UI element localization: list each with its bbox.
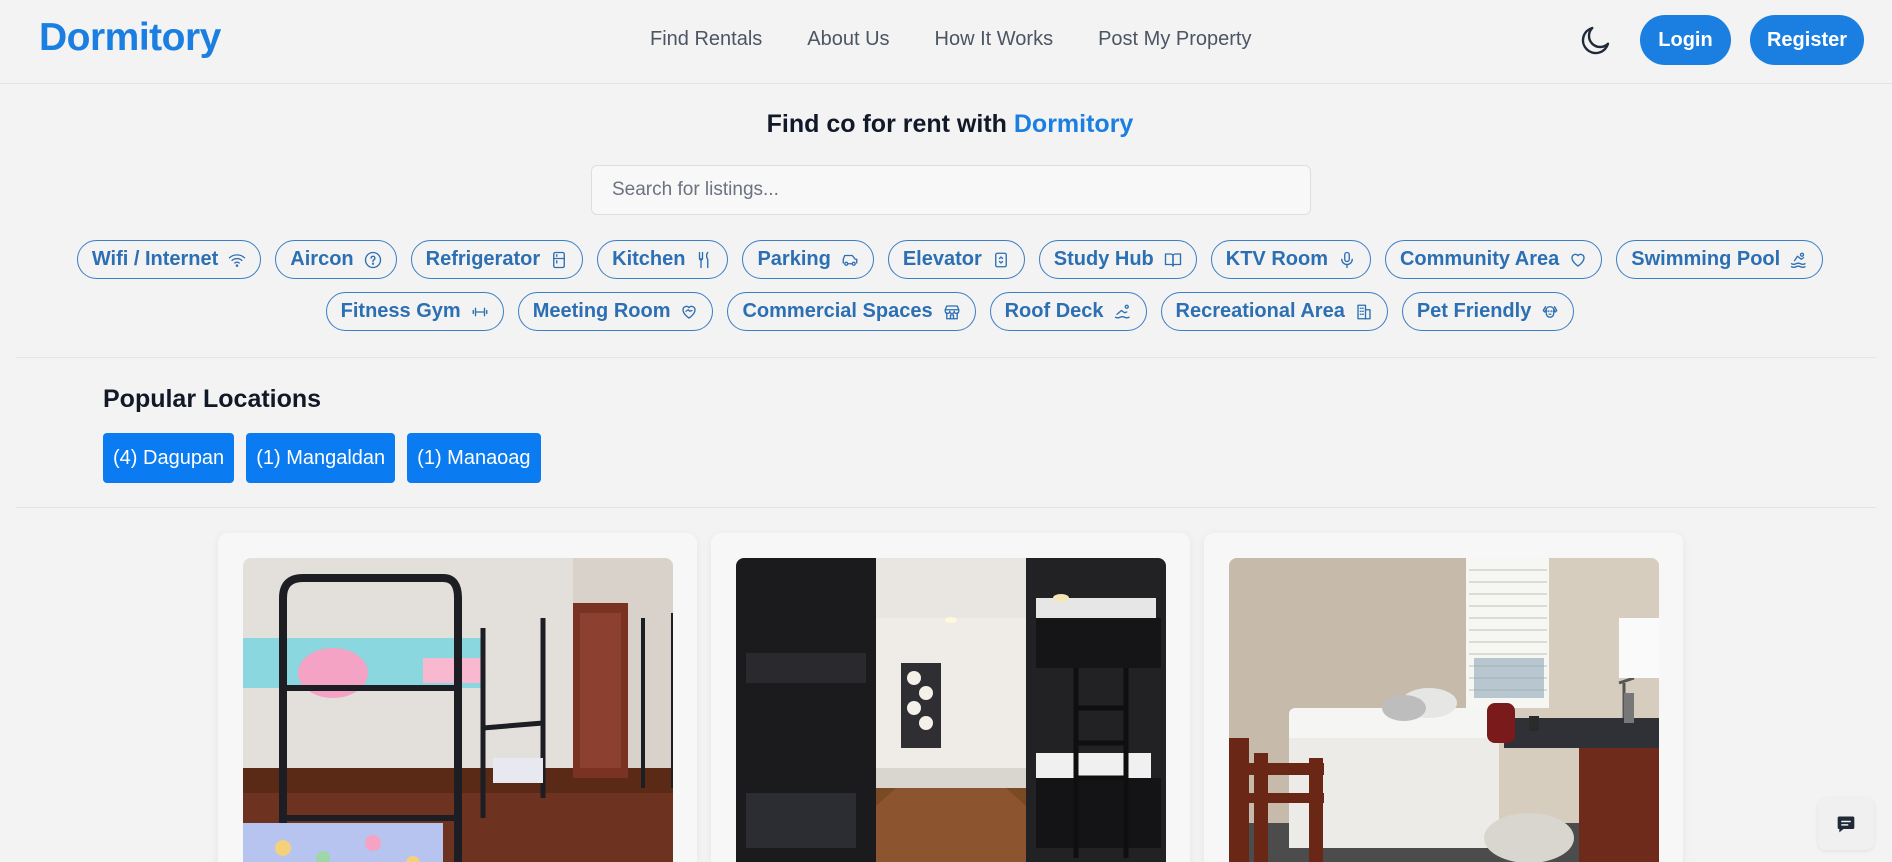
listing-photo[interactable] [243,558,673,862]
amenity-chip-kitchen[interactable]: Kitchen [597,240,729,279]
amenity-label: Aircon [290,248,354,270]
amenity-label: Recreational Area [1175,300,1345,322]
book-icon [1164,252,1181,267]
amenity-chip-recreational-area[interactable]: Recreational Area [1160,292,1388,331]
amenity-chip-swimming-pool[interactable]: Swimming Pool [1616,240,1824,279]
amenity-chip-aircon[interactable]: Aircon [275,240,397,279]
nav-how-it-works[interactable]: How It Works [935,28,1054,51]
main-nav: Find Rentals About Us How It Works Post … [650,28,1251,51]
bunk-bed-room-photo [243,558,673,862]
car-icon [842,254,858,266]
sunbathing-icon [1114,304,1130,318]
listing-card[interactable] [711,533,1190,862]
hero-title-prefix: Find co for rent with [766,110,1014,138]
amenity-chip-study-hub[interactable]: Study Hub [1038,240,1197,279]
amenity-chip-pet-friendly[interactable]: Pet Friendly [1401,292,1575,331]
amenity-filters-row-2: Fitness Gym Meeting Room Commercial Spac… [0,292,1892,331]
amenity-label: Swimming Pool [1631,248,1781,270]
hostel-bunks-photo [736,558,1166,862]
amenity-label: Fitness Gym [340,300,461,322]
store-icon [944,304,960,319]
nav-post-my-property[interactable]: Post My Property [1098,28,1251,51]
amenity-chip-fitness-gym[interactable]: Fitness Gym [325,292,504,331]
amenity-label: Parking [757,248,831,270]
heart-icon [1571,253,1585,267]
amenity-chip-meeting-room[interactable]: Meeting Room [517,292,714,331]
hero-title: Find co for rent with Dormitory [0,110,1892,139]
listing-card[interactable] [1204,533,1683,862]
login-button[interactable]: Login [1640,15,1731,65]
theme-toggle-button[interactable] [1576,20,1616,60]
section-divider [16,507,1876,508]
amenity-label: Community Area [1399,248,1560,270]
search-input[interactable] [591,165,1311,215]
popular-locations-title: Popular Locations [103,385,322,413]
amenity-label: Roof Deck [1004,300,1104,322]
amenity-chip-elevator[interactable]: Elevator [887,240,1025,279]
moon-icon [1581,26,1610,55]
amenity-label: Refrigerator [425,248,541,270]
elevator-icon [994,252,1007,267]
amenity-chip-commercial-spaces[interactable]: Commercial Spaces [727,292,976,331]
location-button-dagupan[interactable]: (4) Dagupan [103,433,235,483]
amenity-label: Meeting Room [532,300,671,322]
amenity-label: KTV Room [1225,248,1328,270]
amenity-chip-wifi[interactable]: Wifi / Internet [76,240,262,279]
single-bedroom-photo [1229,558,1659,862]
site-header: Dormitory Find Rentals About Us How It W… [0,0,1892,84]
amenity-chip-ktv-room[interactable]: KTV Room [1210,240,1371,279]
amenity-label: Commercial Spaces [742,300,933,322]
amenity-label: Pet Friendly [1416,300,1532,322]
section-divider [16,357,1876,358]
listing-photo[interactable] [1229,558,1659,862]
dog-icon [1542,305,1558,318]
amenity-label: Wifi / Internet [91,248,219,270]
amenity-chip-parking[interactable]: Parking [742,240,874,279]
chat-button[interactable] [1818,798,1874,850]
chat-icon [1837,816,1855,833]
popular-locations-list: (4) Dagupan (1) Mangaldan (1) Manaoag [103,433,541,483]
amenity-label: Study Hub [1053,248,1154,270]
amenity-filters-row-1: Wifi / Internet Aircon Refrigerator Kitc… [0,240,1892,279]
building-icon [1357,304,1371,319]
site-logo[interactable]: Dormitory [39,16,221,60]
refrigerator-icon [553,251,566,268]
amenity-chip-roof-deck[interactable]: Roof Deck [989,292,1147,331]
register-button[interactable]: Register [1750,15,1864,65]
location-button-mangaldan[interactable]: (1) Mangaldan [246,433,396,483]
amenity-chip-community-area[interactable]: Community Area [1384,240,1603,279]
swimmer-icon [1791,252,1806,268]
dumbbell-icon [472,307,488,316]
amenity-label: Elevator [902,248,982,270]
listing-card[interactable] [218,533,697,862]
nav-about-us[interactable]: About Us [807,28,889,51]
question-circle-icon [364,251,381,268]
hero-title-brand: Dormitory [1013,110,1134,138]
amenity-label: Kitchen [612,248,686,270]
wifi-icon [229,253,246,267]
utensils-icon [699,251,709,268]
amenity-chip-refrigerator[interactable]: Refrigerator [410,240,584,279]
nav-find-rentals[interactable]: Find Rentals [650,28,762,51]
microphone-icon [1341,251,1353,268]
heart-handshake-icon [682,305,697,319]
listing-photo[interactable] [736,558,1166,862]
location-button-manaoag[interactable]: (1) Manaoag [407,433,541,483]
